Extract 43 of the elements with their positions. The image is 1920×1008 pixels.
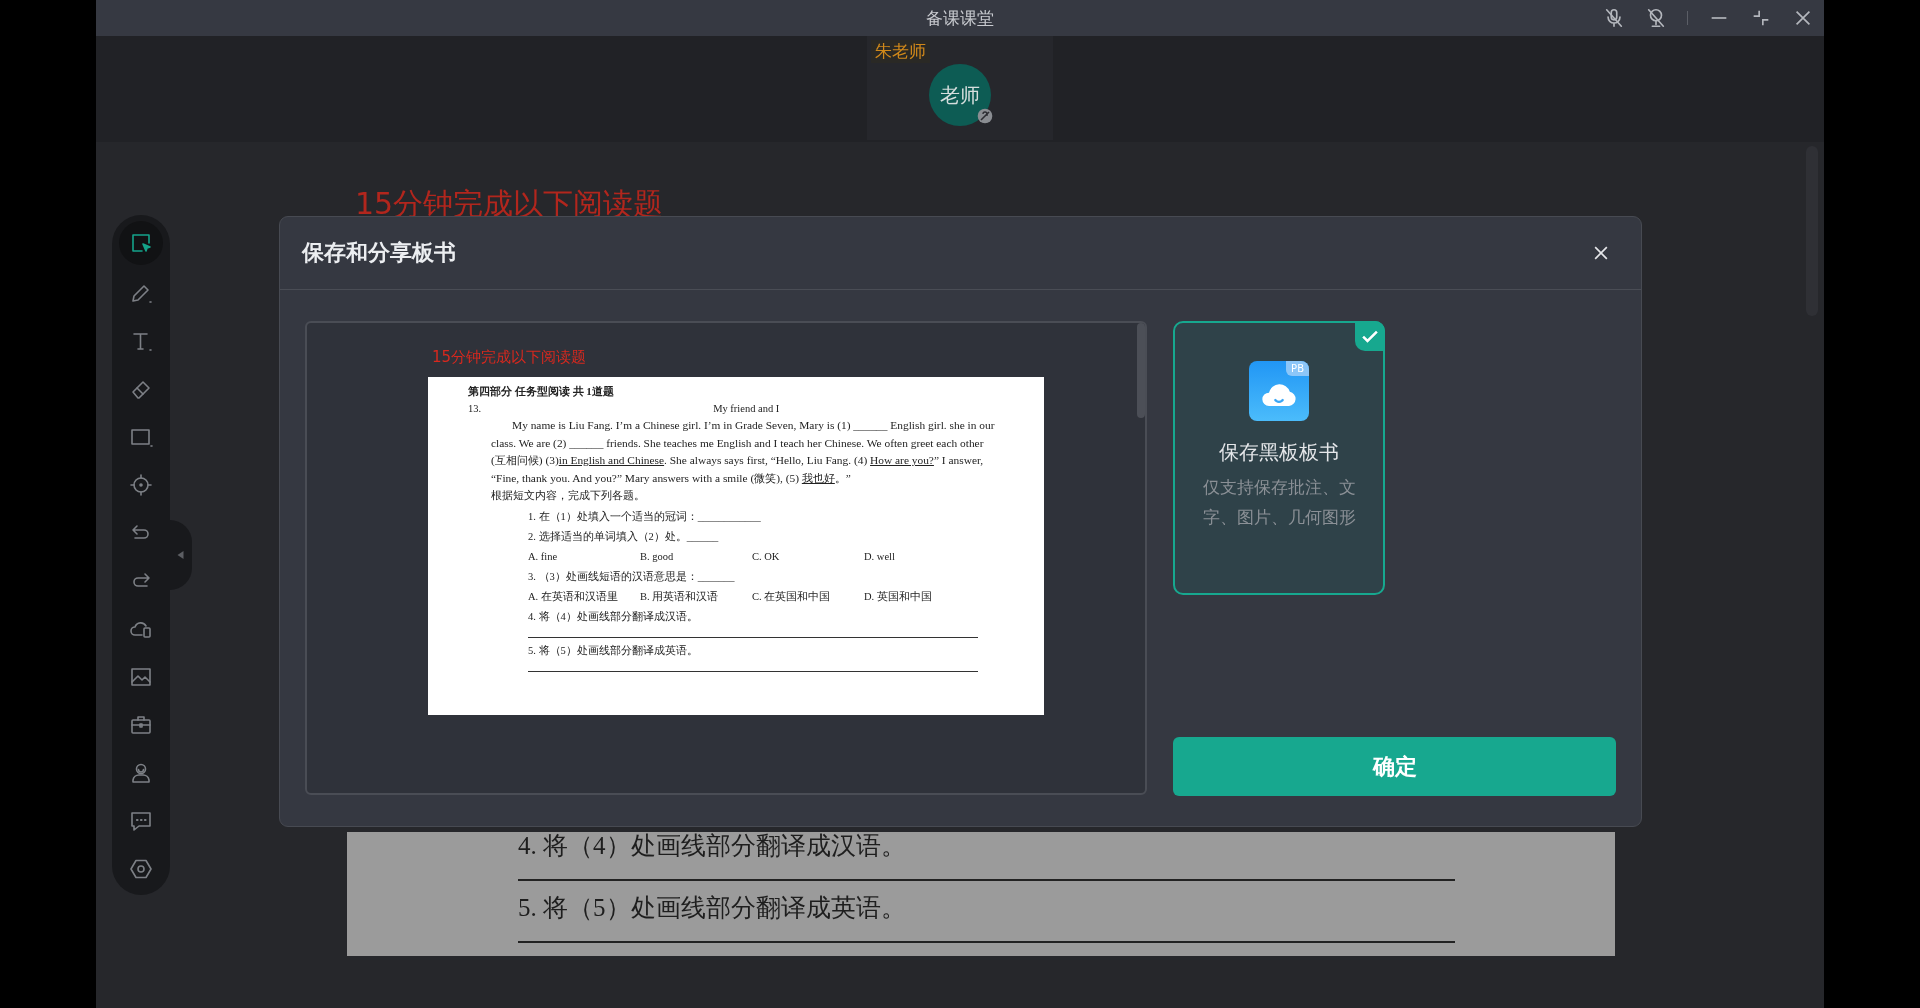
select-icon	[129, 231, 153, 255]
question-number: 13.	[468, 402, 482, 416]
avatar-label: 老师	[940, 81, 980, 109]
answer-option: B. 用英语和汉语	[640, 587, 752, 607]
question-text: 4. 将（4）处画线部分翻译成汉语。	[527, 610, 699, 624]
answer-option: D. well	[864, 547, 976, 567]
briefcase-icon	[129, 713, 153, 737]
settings-icon	[129, 857, 153, 881]
question-text: 1. 在（1）处填入一个适当的冠词：____________	[527, 510, 762, 524]
dialog-title: 保存和分享板书	[302, 239, 456, 267]
mic-off-icon	[977, 108, 993, 124]
tool-button[interactable]	[119, 221, 163, 265]
scrollbar[interactable]	[1137, 323, 1145, 418]
answer-option: A. 在英语和汉语里	[528, 587, 640, 607]
question-text: 2. 选择适当的单词填入（2）处。______	[527, 530, 720, 544]
microphone-off-icon[interactable]	[1603, 7, 1625, 29]
question-text: 4. 将（4）处画线部分翻译成汉语。	[518, 832, 907, 860]
collapse-icon	[175, 549, 187, 561]
camera-off-icon[interactable]	[1645, 7, 1667, 29]
passage-text: My name is Liu Fang. I’m a Chinese girl. I’m in Grade Seven, Mary is (1) ______ English girl. she in our class. We are (2) ______ friends. She teaches me English and I teach her Chinese. We often greet each other (互相问候) (3)in English and Chinese. She always says first, “Hello, Liu Fang. (4) How are you?” I answer, “Fine, thank you. And you?” Mary answers with a smile (微笑), (5) 我也好。”	[490, 418, 996, 486]
crosshair-icon	[129, 473, 153, 497]
answer-option: C. OK	[752, 547, 864, 567]
window-title: 备课课堂	[926, 6, 994, 30]
answer-option: D. 英国和中国	[864, 587, 976, 607]
instruction-text: 根据短文内容，完成下列各题。	[490, 489, 646, 503]
question-text: 5. 将（5）处画线部分翻译成英语。	[527, 644, 699, 658]
save-option-card[interactable]: PB 保存黑板板书 仅支持保存批注、文字、图片、几何图形	[1173, 321, 1385, 595]
check-icon	[1355, 321, 1385, 351]
answer-option: C. 在英国和中国	[752, 587, 864, 607]
question-text: 5. 将（5）处画线部分翻译成英语。	[518, 894, 907, 922]
option-description: 仅支持保存批注、文字、图片、几何图形	[1201, 476, 1357, 529]
board-title: 15分钟完成以下阅读题	[432, 347, 588, 367]
answer-option: B. good	[640, 547, 752, 567]
answer-option: A. fine	[528, 547, 640, 567]
teacher-name: 朱老师	[871, 40, 930, 63]
file-badge: PB	[1286, 361, 1309, 376]
person-icon	[129, 761, 153, 785]
image-icon	[129, 665, 153, 689]
option-title: 保存黑板板书	[1219, 439, 1339, 466]
section-heading: 第四部分 任务型阅读 共 1道题	[468, 384, 615, 399]
chat-icon	[129, 809, 153, 833]
question-text: 3. （3）处画线短语的汉语意思是：_______	[527, 570, 736, 584]
passage-title: My friend and I	[713, 402, 780, 416]
